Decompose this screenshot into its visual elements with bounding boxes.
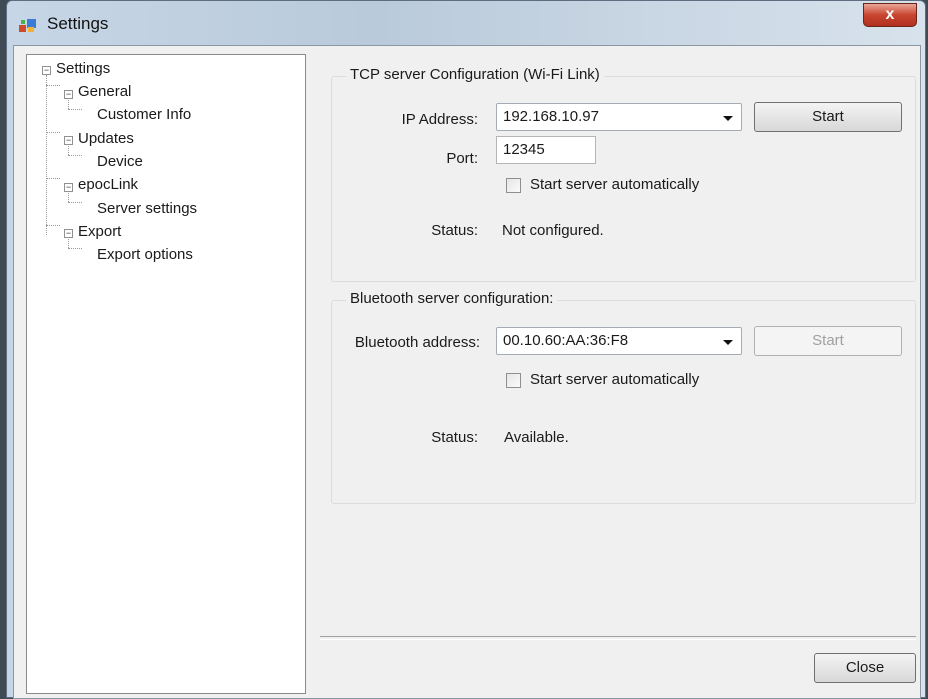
tree-expander-icon[interactable]: − [42, 66, 51, 75]
bluetooth-group-legend: Bluetooth server configuration: [346, 290, 558, 307]
bluetooth-auto-start-checkbox[interactable] [506, 373, 521, 388]
bluetooth-address-label: Bluetooth address: [354, 334, 480, 351]
tree-item-server-settings[interactable]: Server settings [97, 200, 197, 217]
tree-item-customer-info[interactable]: Customer Info [97, 106, 191, 123]
tree-expander-icon[interactable]: − [64, 90, 73, 99]
window-title: Settings [47, 14, 109, 33]
close-icon[interactable]: x [863, 3, 917, 27]
bluetooth-auto-start-label[interactable]: Start server automatically [530, 371, 699, 388]
ip-address-select[interactable]: 192.168.10.97 [496, 103, 742, 131]
tcp-auto-start-checkbox[interactable] [506, 178, 521, 193]
tcp-status-label: Status: [431, 222, 478, 239]
tree-item-updates[interactable]: Updates [78, 130, 134, 147]
close-button[interactable]: Close [814, 653, 916, 683]
chevron-down-icon [723, 116, 733, 121]
bluetooth-address-select[interactable]: 00.10.60:AA:36:F8 [496, 327, 742, 355]
footer-divider [320, 636, 916, 640]
tree-item-settings[interactable]: Settings [56, 60, 110, 77]
tree-item-export-options[interactable]: Export options [97, 246, 193, 263]
bluetooth-start-button[interactable]: Start [754, 326, 902, 356]
tree-item-export[interactable]: Export [78, 223, 121, 240]
port-label: Port: [446, 150, 478, 167]
title-bar[interactable]: Settings x [7, 1, 925, 45]
dialog-body: − Settings − General Customer Info − Upd… [13, 45, 921, 699]
port-value: 12345 [503, 141, 545, 158]
tree-item-device[interactable]: Device [97, 153, 143, 170]
tree-expander-icon[interactable]: − [64, 183, 73, 192]
bluetooth-status-value: Available. [504, 429, 569, 446]
ip-address-value: 192.168.10.97 [503, 108, 599, 125]
tree-item-epoclink[interactable]: epocLink [78, 176, 138, 193]
tcp-group-legend: TCP server Configuration (Wi-Fi Link) [346, 66, 604, 83]
settings-app-icon [19, 19, 36, 32]
tcp-auto-start-label[interactable]: Start server automatically [530, 176, 699, 193]
tree-expander-icon[interactable]: − [64, 136, 73, 145]
ip-address-label: IP Address: [401, 111, 478, 128]
settings-tree[interactable]: − Settings − General Customer Info − Upd… [26, 54, 306, 694]
settings-window: Settings x − Settings − General Customer… [6, 0, 926, 699]
tcp-status-value: Not configured. [502, 222, 604, 239]
tcp-start-button[interactable]: Start [754, 102, 902, 132]
chevron-down-icon [723, 340, 733, 345]
port-field[interactable]: 12345 [496, 136, 596, 164]
tree-item-general[interactable]: General [78, 83, 131, 100]
bluetooth-status-label: Status: [431, 429, 478, 446]
tree-expander-icon[interactable]: − [64, 229, 73, 238]
bluetooth-address-value: 00.10.60:AA:36:F8 [503, 332, 629, 349]
